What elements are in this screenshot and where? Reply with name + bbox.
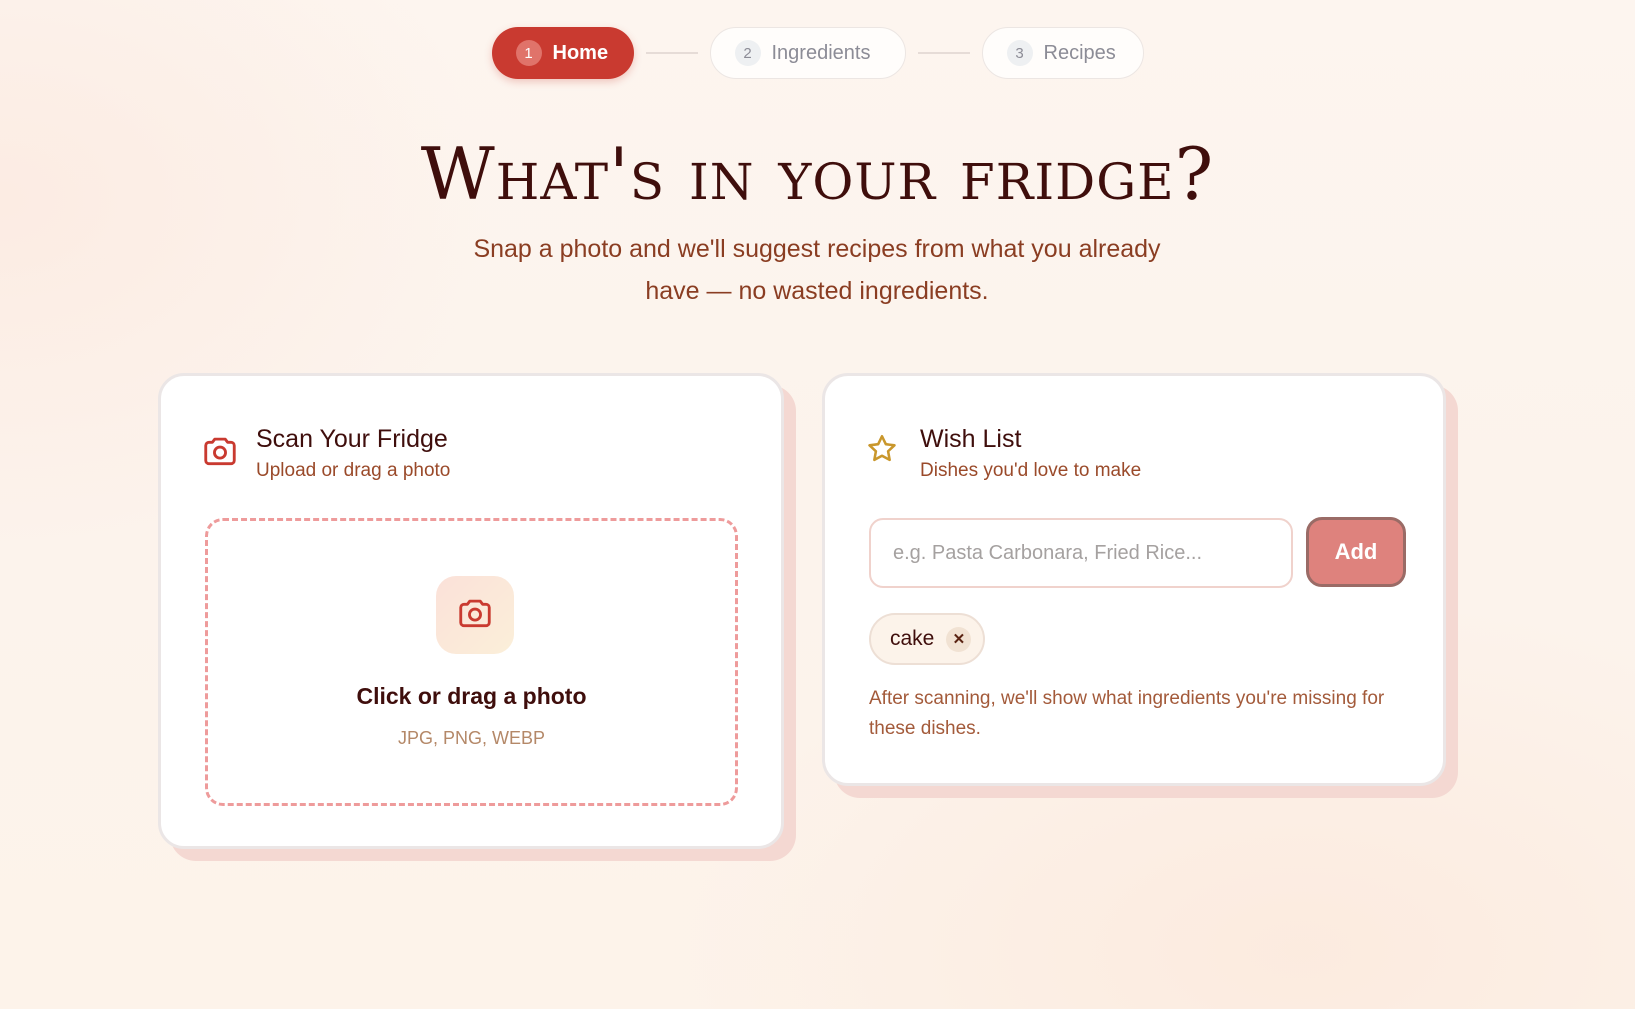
card-subtitle: Dishes you'd love to make (920, 460, 1142, 481)
wish-tag: cake ✕ (869, 613, 986, 665)
card-title: Scan Your Fridge (256, 425, 448, 453)
wish-list-note: After scanning, we'll show what ingredie… (869, 688, 1385, 739)
photo-dropzone[interactable]: Click or drag a photo JPG, PNG, WEBP (205, 518, 738, 806)
camera-icon (456, 594, 494, 637)
card-title: Wish List (920, 425, 1022, 453)
step-label: Recipes (1043, 41, 1116, 64)
step-number: 2 (734, 40, 761, 66)
page-title: What's in your fridge? (420, 132, 1215, 216)
step-home[interactable]: 1 Home (491, 27, 634, 79)
add-dish-button[interactable]: Add (1306, 517, 1406, 587)
step-recipes[interactable]: 3 Recipes (981, 27, 1144, 79)
dish-input[interactable] (869, 518, 1293, 588)
step-number: 1 (515, 40, 542, 66)
card-header: Wish List Dishes you'd love to make (865, 424, 1141, 482)
card-header: Scan Your Fridge Upload or drag a photo (201, 424, 450, 482)
wish-list-card: Wish List Dishes you'd love to make Add … (822, 373, 1446, 786)
step-connector (645, 52, 698, 54)
step-label: Ingredients (771, 41, 871, 64)
step-label: Home (552, 41, 609, 64)
scan-fridge-card: Scan Your Fridge Upload or drag a photo … (158, 373, 784, 849)
wish-tag-label: cake (890, 627, 935, 650)
page-subtitle: Snap a photo and we'll suggest recipes f… (473, 235, 1161, 305)
progress-stepper: 1 Home 2 Ingredients 3 Recipes (0, 27, 1635, 79)
card-subtitle: Upload or drag a photo (256, 460, 451, 481)
step-ingredients[interactable]: 2 Ingredients (709, 27, 906, 79)
star-icon (865, 432, 905, 472)
dropzone-formats: JPG, PNG, WEBP (397, 728, 546, 748)
step-number: 3 (1006, 40, 1033, 66)
dropzone-title: Click or drag a photo (356, 683, 587, 709)
dropzone-icon-tile (436, 576, 514, 654)
step-connector (917, 52, 970, 54)
close-icon[interactable]: ✕ (946, 626, 972, 652)
camera-icon (201, 432, 241, 472)
